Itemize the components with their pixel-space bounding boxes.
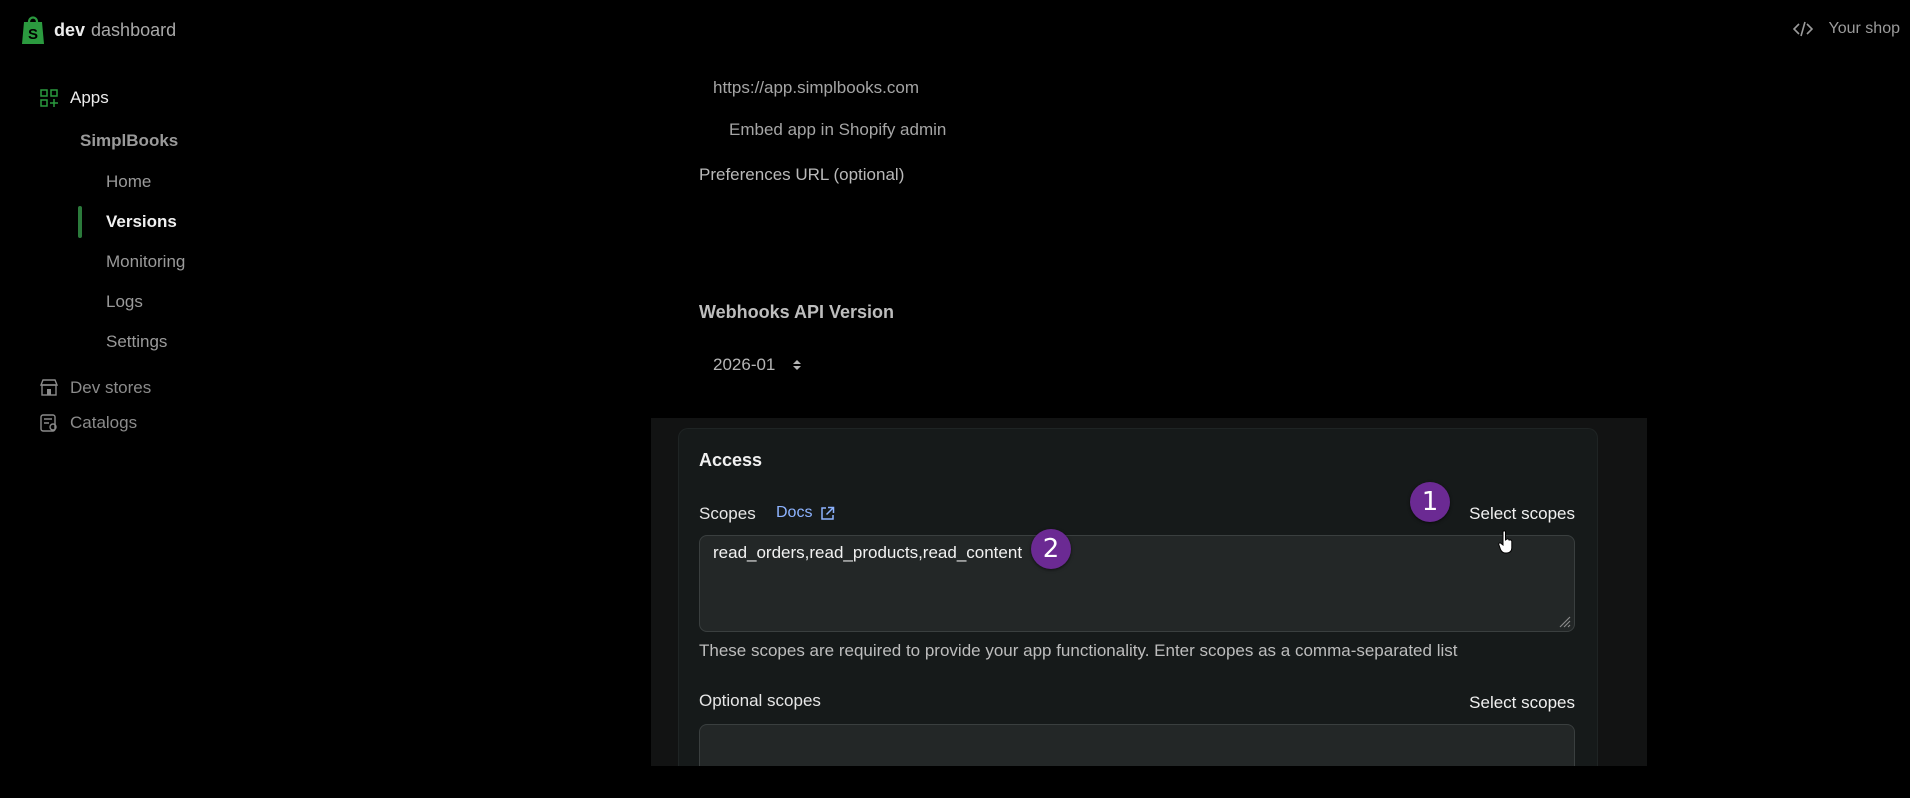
sidebar-app-simplbooks[interactable]: SimplBooks <box>80 131 178 151</box>
sidebar-item-dev-stores[interactable]: Dev stores <box>40 378 151 398</box>
resize-handle-icon[interactable] <box>1557 614 1571 628</box>
step-marker-2: 2 <box>1031 529 1071 569</box>
brand-link[interactable]: S dev dashboard <box>20 14 176 46</box>
optional-scopes-label: Optional scopes <box>699 691 821 710</box>
scopes-label: Scopes <box>699 504 756 523</box>
select-optional-scopes-button[interactable]: Select scopes <box>1469 693 1575 713</box>
active-indicator <box>78 206 82 238</box>
sidebar-item-catalogs[interactable]: Catalogs <box>40 413 137 433</box>
sidebar-item-label: Apps <box>70 88 109 107</box>
docs-link-label: Docs <box>776 504 813 521</box>
sidebar-item-label: Settings <box>106 332 168 351</box>
docs-link[interactable]: Docs <box>776 504 835 522</box>
sidebar-item-settings[interactable]: Settings <box>106 332 167 352</box>
sidebar-item-label: Home <box>106 172 152 191</box>
select-scopes-button[interactable]: Select scopes <box>1469 504 1575 524</box>
up-down-chevron-icon <box>793 360 802 370</box>
sidebar-item-versions[interactable]: Versions <box>106 212 177 232</box>
sidebar-item-monitoring[interactable]: Monitoring <box>106 252 185 272</box>
store-icon <box>40 379 58 396</box>
preferences-url-label: Preferences URL (optional) <box>699 165 905 184</box>
sidebar-item-logs[interactable]: Logs <box>106 292 143 312</box>
external-link-icon <box>821 506 835 520</box>
app-url-value: https://app.simplbooks.com <box>713 78 919 97</box>
webhooks-version-select[interactable]: 2026-01 <box>713 355 803 375</box>
catalog-icon <box>40 414 57 432</box>
embed-app-checkbox-label[interactable]: Embed app in Shopify admin <box>729 120 946 140</box>
shopify-bag-icon: S <box>22 16 44 44</box>
shop-label: Your shop <box>1828 20 1900 37</box>
viewport-bottom-edge <box>0 766 1910 798</box>
sidebar-item-label: SimplBooks <box>80 131 179 150</box>
brand-dev: dev <box>54 19 86 40</box>
sidebar-item-label: Versions <box>106 212 177 231</box>
webhooks-api-version-label: Webhooks API Version <box>699 302 895 322</box>
sidebar-item-label: Logs <box>106 292 143 311</box>
code-icon <box>1792 21 1813 37</box>
sidebar-item-apps[interactable]: Apps <box>40 88 109 108</box>
sidebar-item-label: Catalogs <box>70 413 138 432</box>
svg-text:S: S <box>28 26 38 43</box>
shop-switcher[interactable]: Your shop <box>1792 20 1900 38</box>
brand-dashboard: dashboard <box>91 19 177 40</box>
scopes-helper-text: These scopes are required to provide you… <box>699 641 1458 660</box>
step-marker-1: 1 <box>1410 482 1450 522</box>
sidebar-item-home[interactable]: Home <box>106 172 151 192</box>
sidebar-item-label: Monitoring <box>106 252 186 271</box>
access-title: Access <box>699 450 763 470</box>
apps-grid-icon <box>40 89 58 107</box>
webhooks-version-value: 2026-01 <box>713 355 776 374</box>
hand-pointer-icon <box>1498 530 1513 554</box>
scopes-textarea-value: read_orders,read_products,read_content <box>713 543 1023 562</box>
sidebar-item-label: Dev stores <box>70 378 152 397</box>
top-bar: S dev dashboard Your shop <box>0 0 1910 60</box>
